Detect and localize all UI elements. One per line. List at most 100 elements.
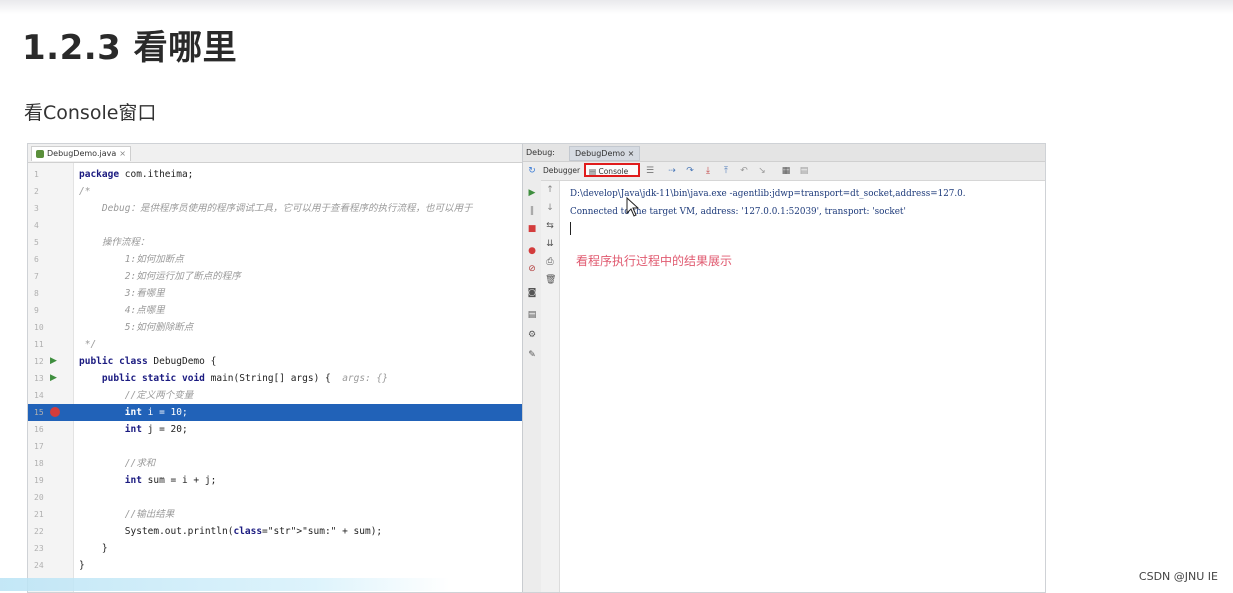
page-title: 1.2.3 看哪里: [22, 28, 238, 68]
print-icon[interactable]: ⎙: [545, 257, 555, 267]
soft-wrap-icon[interactable]: ⇆: [545, 221, 555, 231]
line-number: 12: [34, 357, 44, 366]
code-line[interactable]: 15 int i = 10;: [28, 404, 522, 421]
code-text: 3:看哪里: [79, 288, 165, 299]
watermark: CSDN @JNU IE: [1138, 570, 1218, 583]
code-text: int sum = i + j;: [124, 475, 217, 486]
line-number: 3: [34, 204, 39, 213]
editor-tab-label: DebugDemo.java: [47, 149, 117, 158]
code-text: //定义两个变量: [79, 390, 194, 401]
code-line[interactable]: 18 //求和: [28, 455, 522, 472]
breakpoint-icon[interactable]: [50, 407, 60, 417]
line-number: 22: [34, 527, 44, 536]
editor-tabbar: DebugDemo.java ×: [28, 144, 522, 163]
code-line[interactable]: 4: [28, 217, 522, 234]
code-line[interactable]: 22 System.out.println(class="str">"sum:"…: [28, 523, 522, 540]
pin-icon[interactable]: ✎: [527, 350, 537, 360]
console-output[interactable]: D:\develop\Java\jdk-11\bin\java.exe -age…: [560, 181, 1045, 592]
scroll-to-end-icon[interactable]: ⇊: [545, 239, 555, 249]
stop-icon[interactable]: ■: [527, 224, 537, 234]
code-line[interactable]: 24}: [28, 557, 522, 574]
code-line[interactable]: 23 }: [28, 540, 522, 557]
debug-toolbar: Debugger ▤ Console ☰ ⇢ ↷ ⤓ ⤒ ↶ ↘ ▦ ▤: [541, 162, 1045, 181]
code-line[interactable]: 12 ▶ public class DebugDemo {: [28, 353, 522, 370]
code-line[interactable]: 21 //输出结果: [28, 506, 522, 523]
code-text: */: [79, 339, 97, 350]
tab-debugdemo-run[interactable]: DebugDemo ×: [569, 146, 641, 161]
code-line[interactable]: 7 2:如何运行加了断点的程序: [28, 268, 522, 285]
line-number: 11: [34, 340, 44, 349]
line-number: 21: [34, 510, 44, 519]
code-text: }: [79, 560, 85, 571]
mouse-cursor-icon: [626, 197, 640, 217]
grid-icon[interactable]: ▤: [799, 166, 809, 176]
up-arrow-icon[interactable]: ↑: [545, 185, 555, 195]
evaluate-icon[interactable]: ▦: [781, 166, 791, 176]
close-icon[interactable]: ×: [628, 149, 635, 158]
step-over-icon[interactable]: ↷: [685, 166, 695, 176]
rerun-icon[interactable]: ↻: [527, 166, 537, 176]
trash-icon[interactable]: 🗑: [545, 275, 556, 285]
code-line[interactable]: 11 */: [28, 336, 522, 353]
close-icon[interactable]: ×: [119, 149, 126, 158]
code-text: 4:点哪里: [79, 305, 165, 316]
console-tab-label: Console: [598, 167, 629, 176]
camera-icon[interactable]: ◙: [527, 288, 537, 298]
debug-panel: Debug: DebugDemo × ↻ ▶ ‖ ■ ● ⊘ ◙ ▤ ⚙ ✎ D…: [523, 144, 1045, 592]
step-out-icon[interactable]: ⤒: [721, 166, 731, 176]
code-line[interactable]: 9 4:点哪里: [28, 302, 522, 319]
code-line[interactable]: 17: [28, 438, 522, 455]
code-line[interactable]: 3 Debug：是供程序员使用的程序调试工具，它可以用于查看程序的执行流程，也可…: [28, 200, 522, 217]
code-text: Debug：是供程序员使用的程序调试工具，它可以用于查看程序的执行流程，也可以用…: [79, 203, 473, 214]
code-text: 1:如何加断点: [79, 254, 184, 265]
line-number: 4: [34, 221, 39, 230]
code-line[interactable]: 13 ▶ public static void main(String[] arg…: [28, 370, 522, 387]
settings-icon[interactable]: ⚙: [527, 330, 537, 340]
line-number: 15: [34, 408, 44, 417]
menu-icon[interactable]: ☰: [645, 166, 655, 176]
video-overlay-strip: [0, 578, 450, 591]
code-line[interactable]: 20: [28, 489, 522, 506]
debug-header: Debug: DebugDemo ×: [523, 144, 1045, 162]
run-gutter-icon[interactable]: ▶: [50, 373, 60, 383]
mute-breakpoints-icon[interactable]: ⊘: [527, 264, 537, 274]
page-subtitle: 看Console窗口: [24, 102, 157, 124]
show-execution-point-icon[interactable]: ⇢: [667, 166, 677, 176]
code-text: public static void main(String[] args) {…: [101, 373, 388, 384]
line-number: 24: [34, 561, 44, 570]
code-text: }: [79, 543, 108, 554]
view-breakpoints-icon[interactable]: ●: [527, 246, 537, 256]
code-line[interactable]: 14 //定义两个变量: [28, 387, 522, 404]
layout-icon[interactable]: ▤: [527, 310, 537, 320]
run-gutter-icon[interactable]: ▶: [50, 356, 60, 366]
code-line[interactable]: 6 1:如何加断点: [28, 251, 522, 268]
code-text: package com.itheima;: [79, 169, 194, 180]
line-number: 9: [34, 306, 39, 315]
code-line[interactable]: 16 int j = 20;: [28, 421, 522, 438]
code-editor: DebugDemo.java × 1 package com.itheima; 2 /*…: [28, 144, 523, 592]
line-number: 19: [34, 476, 44, 485]
down-arrow-icon[interactable]: ↓: [545, 203, 555, 213]
code-line[interactable]: 2 /*: [28, 183, 522, 200]
code-line[interactable]: 19 int sum = i + j;: [28, 472, 522, 489]
code-line[interactable]: 5 操作流程：: [28, 234, 522, 251]
line-number: 18: [34, 459, 44, 468]
code-line[interactable]: 1 package com.itheima;: [28, 166, 522, 183]
code-text: //输出结果: [79, 509, 175, 520]
line-number: 2: [34, 187, 39, 196]
code-line[interactable]: 10 5:如何删除断点: [28, 319, 522, 336]
code-text: 2:如何运行加了断点的程序: [79, 271, 241, 282]
tab-console[interactable]: ▤ Console: [584, 163, 640, 177]
top-band: [0, 0, 1233, 14]
java-file-icon: [36, 149, 44, 158]
code-line[interactable]: 8 3:看哪里: [28, 285, 522, 302]
text-caret: [570, 222, 571, 235]
step-into-icon[interactable]: ⤓: [703, 166, 713, 176]
editor-tab-debugdemo[interactable]: DebugDemo.java ×: [31, 146, 131, 161]
line-number: 17: [34, 442, 44, 451]
resume-icon[interactable]: ▶: [527, 188, 537, 198]
pause-icon[interactable]: ‖: [527, 206, 537, 216]
run-to-cursor-icon[interactable]: ↘: [757, 166, 767, 176]
tab-debugger[interactable]: Debugger: [543, 162, 580, 180]
drop-frame-icon[interactable]: ↶: [739, 166, 749, 176]
